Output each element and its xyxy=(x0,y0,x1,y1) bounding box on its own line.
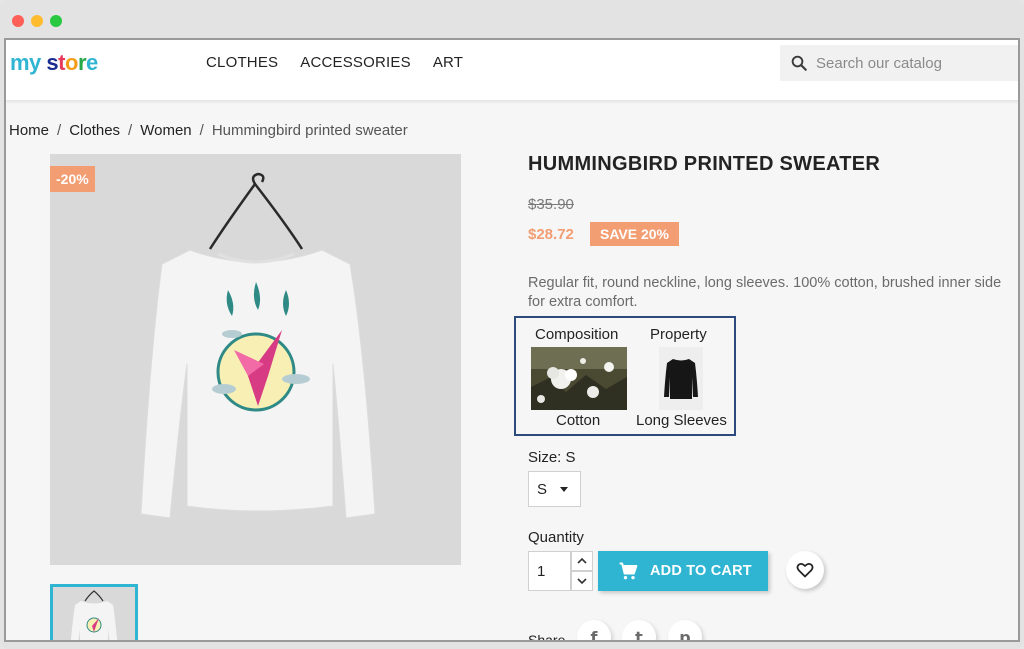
product-description: Regular fit, round neckline, long sleeve… xyxy=(528,275,1002,310)
quantity-input[interactable] xyxy=(528,551,571,591)
logo-text-part: s xyxy=(46,50,59,75)
browser-window: my store CLOTHES ACCESSORIES ART Home/Cl… xyxy=(0,0,1024,649)
cotton-image xyxy=(531,347,627,410)
add-to-cart-button[interactable]: ADD TO CART xyxy=(598,551,768,591)
share-label: Share xyxy=(528,632,566,642)
add-to-cart-label: ADD TO CART xyxy=(650,563,752,579)
share-facebook-button[interactable]: f xyxy=(577,620,611,642)
nav-item-art[interactable]: ART xyxy=(433,54,463,71)
chevron-up-icon xyxy=(577,557,587,564)
minimize-window-button[interactable] xyxy=(31,15,43,27)
discount-flag: -20% xyxy=(50,166,95,192)
logo-text-part: my xyxy=(10,50,41,75)
nav-item-clothes[interactable]: CLOTHES xyxy=(206,54,278,71)
logo-text-part: e xyxy=(86,50,98,75)
regular-price: $35.90 xyxy=(528,196,574,213)
share-twitter-button[interactable]: t xyxy=(622,620,656,642)
save-badge: SAVE 20% xyxy=(590,222,679,246)
logo-text-part: t xyxy=(58,50,65,75)
breadcrumb: Home / Clothes / Women / Hummingbird printed s… xyxy=(9,122,408,139)
breadcrumb-women[interactable]: Women xyxy=(140,122,191,139)
window-titlebar xyxy=(0,0,1024,38)
store-logo[interactable]: my store xyxy=(10,50,98,76)
product-thumbnail[interactable] xyxy=(50,584,138,640)
feature-heading-property: Property xyxy=(650,326,707,343)
feature-value-cotton: Cotton xyxy=(556,412,601,429)
add-to-wishlist-button[interactable] xyxy=(786,551,824,589)
size-select[interactable]: S xyxy=(528,471,581,507)
search-icon[interactable] xyxy=(790,54,808,72)
share-pinterest-button[interactable]: p xyxy=(668,620,702,642)
breadcrumb-separator: / xyxy=(199,122,204,139)
sweater-illustration xyxy=(140,172,376,519)
cart-icon xyxy=(619,562,638,580)
pinterest-icon: p xyxy=(679,628,691,642)
size-select-value: S xyxy=(537,481,548,498)
long-sleeves-image xyxy=(659,347,703,410)
search-box xyxy=(780,45,1018,81)
quantity-label: Quantity xyxy=(528,529,584,546)
feature-heading-composition: Composition xyxy=(535,326,619,343)
feature-value-long-sleeves: Long Sleeves xyxy=(636,412,727,429)
quantity-decrease-button[interactable] xyxy=(571,571,593,591)
nav-item-accessories[interactable]: ACCESSORIES xyxy=(300,54,411,71)
product-main-image[interactable]: -20% xyxy=(50,154,461,565)
thumbnail-image xyxy=(70,590,118,640)
maximize-window-button[interactable] xyxy=(50,15,62,27)
chevron-down-icon xyxy=(577,578,587,585)
page-viewport: my store CLOTHES ACCESSORIES ART Home/Cl… xyxy=(4,38,1020,642)
product-features-box: Composition Property Cotton Long Sleeves xyxy=(514,316,736,436)
close-window-button[interactable] xyxy=(12,15,24,27)
main-nav: CLOTHES ACCESSORIES ART xyxy=(206,54,463,71)
breadcrumb-current: Hummingbird printed sweater xyxy=(211,122,408,139)
quantity-increase-button[interactable] xyxy=(571,551,593,571)
facebook-icon: f xyxy=(590,628,598,642)
site-header: my store CLOTHES ACCESSORIES ART xyxy=(6,40,1018,100)
breadcrumb-home[interactable]: Home xyxy=(9,122,49,139)
size-label: Size: S xyxy=(528,449,576,466)
breadcrumb-clothes[interactable]: Clothes xyxy=(69,122,120,139)
breadcrumb-separator: / xyxy=(57,122,62,139)
logo-text-part: o xyxy=(65,50,78,75)
chevron-down-icon xyxy=(560,487,568,492)
current-price: $28.72 xyxy=(528,226,574,243)
heart-icon xyxy=(796,562,814,578)
twitter-icon: t xyxy=(635,628,643,642)
breadcrumb-separator: / xyxy=(128,122,133,139)
logo-text-part: r xyxy=(77,50,87,75)
search-input[interactable] xyxy=(816,45,1012,81)
product-title: HUMMINGBIRD PRINTED SWEATER xyxy=(528,153,881,175)
